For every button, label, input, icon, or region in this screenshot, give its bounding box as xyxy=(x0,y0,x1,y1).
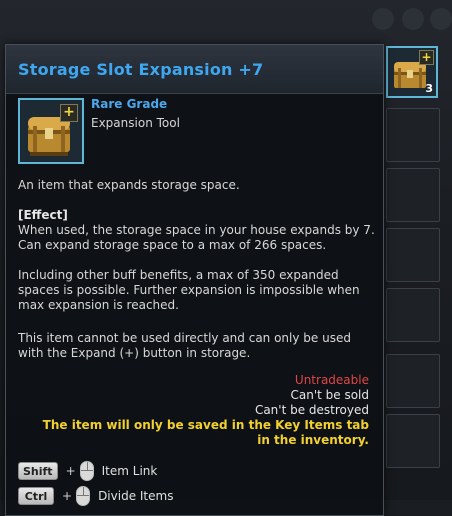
buff-text: Including other buff benefits, a max of … xyxy=(18,268,360,312)
plus-badge: + xyxy=(419,50,434,65)
cant-be-destroyed-label: Can't be destroyed xyxy=(254,403,369,417)
inventory-slot-storage-expansion[interactable]: + 3 xyxy=(386,46,438,98)
hint-label: Item Link xyxy=(101,464,158,478)
background-slot[interactable] xyxy=(386,168,440,222)
item-count: 3 xyxy=(425,82,433,95)
item-grade: Rare Grade xyxy=(91,97,168,111)
background-menu-icon xyxy=(372,8,394,30)
cant-be-sold-label: Can't be sold xyxy=(290,388,369,402)
effect-header: [Effect] xyxy=(18,208,68,222)
background-slot[interactable] xyxy=(386,354,440,408)
key-items-note: The item will only be saved in the Key I… xyxy=(42,418,369,447)
background-slot[interactable] xyxy=(386,288,440,342)
untradeable-label: Untradeable xyxy=(294,373,369,387)
item-tooltip: Storage Slot Expansion +7 + Rare Grade E… xyxy=(5,44,384,516)
background-slot[interactable] xyxy=(386,108,440,162)
usage-text: This item cannot be used directly and ca… xyxy=(18,331,351,360)
background-menu-icon xyxy=(402,8,424,30)
plus-sign: + xyxy=(62,489,73,503)
effect-text: When used, the storage space in your hou… xyxy=(18,223,375,252)
item-type: Expansion Tool xyxy=(91,116,180,130)
hint-divide-items: Ctrl + Divide Items xyxy=(18,485,173,507)
background-slot[interactable] xyxy=(386,228,440,282)
background-slot[interactable] xyxy=(386,414,440,468)
shift-key: Shift xyxy=(18,462,58,480)
item-icon-frame: + xyxy=(18,98,84,164)
mouse-icon xyxy=(76,486,91,506)
hint-item-link: Shift + Item Link xyxy=(18,460,157,482)
hint-label: Divide Items xyxy=(98,489,174,503)
ctrl-key: Ctrl xyxy=(18,487,54,505)
tooltip-title-bar: Storage Slot Expansion +7 xyxy=(6,45,383,94)
item-title: Storage Slot Expansion +7 xyxy=(18,60,264,79)
background-menu-icon xyxy=(430,8,452,30)
item-description: An item that expands storage space. xyxy=(18,178,240,192)
mouse-icon xyxy=(79,461,94,481)
plus-badge: + xyxy=(60,104,78,122)
plus-sign: + xyxy=(65,464,76,478)
